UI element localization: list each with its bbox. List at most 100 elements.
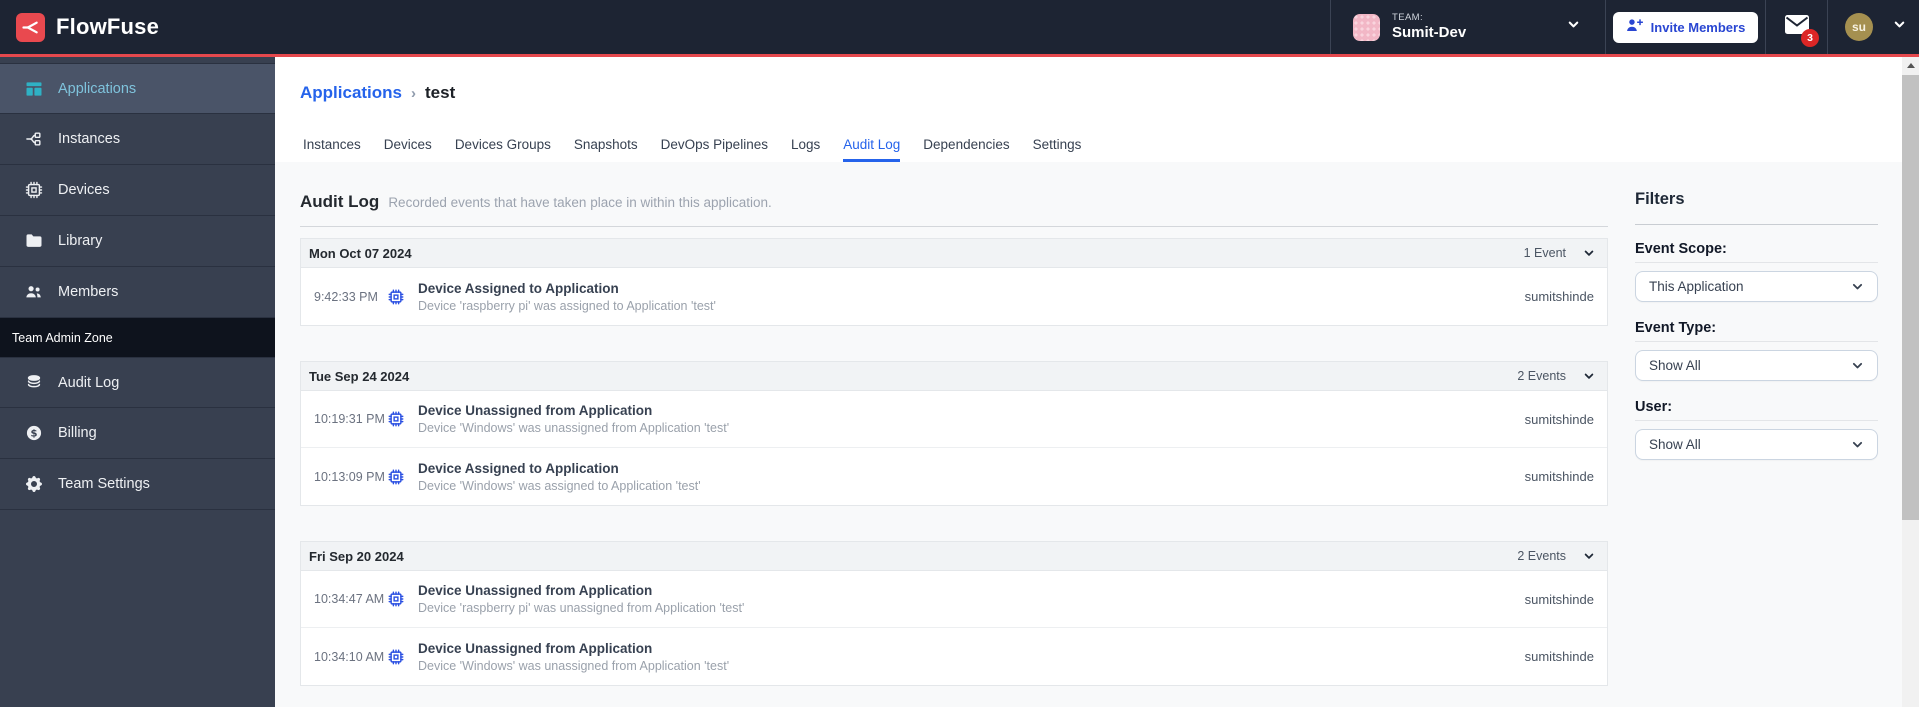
scrollbar-up-arrow[interactable] [1902, 57, 1919, 74]
sidebar-item-billing[interactable]: $ Billing [0, 408, 275, 459]
event-text: Device Assigned to Application Device 'W… [418, 461, 701, 493]
event-description: Device 'raspberry pi' was assigned to Ap… [418, 298, 716, 313]
sidebar-item-label: Devices [58, 182, 110, 198]
flowfuse-logo-icon [16, 12, 45, 42]
event-description: Device 'Windows' was unassigned from App… [418, 421, 730, 435]
breadcrumb: Applications › test [300, 57, 1902, 103]
page-title-row: Audit Log Recorded events that have take… [300, 192, 1608, 212]
instances-branch-icon [26, 132, 41, 146]
audit-group-header[interactable]: Tue Sep 24 2024 2 Events [301, 362, 1607, 391]
cpu-chip-icon [388, 649, 404, 664]
filters-panel: Filters Event Scope: This Application Ev… [1635, 190, 1878, 460]
tab-logs[interactable]: Logs [791, 137, 820, 162]
cpu-chip-icon [25, 181, 43, 199]
applications-template-icon [26, 81, 42, 96]
tab-devices-groups[interactable]: Devices Groups [455, 137, 551, 162]
chevron-down-icon [1892, 17, 1907, 37]
divider [1635, 420, 1878, 421]
brand-name: FlowFuse [56, 14, 160, 39]
content-area: Audit Log Recorded events that have take… [275, 162, 1902, 707]
event-type-label: Event Type: [1635, 320, 1717, 336]
sidebar-item-label: Members [58, 284, 119, 300]
user-filter-label: User: [1635, 399, 1673, 415]
event-time: 10:34:47 AM [314, 592, 385, 606]
tab-devices[interactable]: Devices [384, 137, 432, 162]
tab-snapshots[interactable]: Snapshots [574, 137, 638, 162]
chevron-down-icon [1584, 553, 1594, 559]
invite-members-button[interactable]: Invite Members [1612, 11, 1759, 43]
event-text: Device Unassigned from Application Devic… [418, 583, 744, 615]
group-date: Fri Sep 20 2024 [309, 548, 404, 564]
chevron-down-icon [1584, 250, 1594, 256]
event-text: Device Unassigned from Application Devic… [418, 403, 729, 435]
sidebar-item-devices[interactable]: Devices [0, 165, 275, 216]
tab-instances[interactable]: Instances [303, 137, 361, 162]
filters-title: Filters [1635, 190, 1685, 208]
sidebar-item-instances[interactable]: Instances [0, 114, 275, 165]
event-description: Device 'Windows' was assigned to Applica… [418, 478, 701, 493]
sidebar-item-applications[interactable]: Applications [0, 63, 275, 114]
audit-group-oct07: Mon Oct 07 2024 1 Event 9:42:33 PM Devic… [300, 238, 1608, 326]
group-header-right: 2 Events [1517, 549, 1595, 563]
scrollbar-thumb[interactable] [1902, 75, 1919, 520]
breadcrumb-applications-link[interactable]: Applications [300, 83, 402, 103]
main-area: Applications › test Instances Devices De… [275, 57, 1902, 707]
event-description: Device 'Windows' was unassigned from App… [418, 658, 730, 673]
sidebar-item-label: Library [58, 233, 103, 249]
team-meta: TEAM: Sumit-Dev [1392, 11, 1467, 41]
event-scope-select[interactable]: This Application [1635, 271, 1878, 302]
main-header: Applications › test Instances Devices De… [275, 57, 1902, 162]
team-avatar [1353, 13, 1380, 41]
notifications-button[interactable]: 3 [1765, 0, 1827, 54]
audit-group-header[interactable]: Mon Oct 07 2024 1 Event [301, 239, 1607, 268]
sidebar-main-list: Applications Instances Devices Library M… [0, 57, 275, 318]
event-title: Device Assigned to Application [418, 460, 619, 476]
tab-devops-pipelines[interactable]: DevOps Pipelines [661, 137, 768, 162]
sidebar-item-members[interactable]: Members [0, 267, 275, 318]
user-avatar: su [1845, 13, 1873, 41]
team-switcher[interactable]: TEAM: Sumit-Dev [1330, 0, 1605, 54]
team-admin-zone-label: Team Admin Zone [12, 330, 113, 345]
audit-log-column: Audit Log Recorded events that have take… [300, 162, 1608, 721]
sidebar-item-label: Instances [58, 131, 121, 147]
sidebar-item-team-settings[interactable]: Team Settings [0, 459, 275, 510]
page-title: Audit Log [300, 192, 380, 211]
team-name: Sumit-Dev [1392, 23, 1467, 41]
folder-icon [26, 234, 42, 247]
flowfuse-brand[interactable]: FlowFuse [0, 12, 160, 42]
tab-settings[interactable]: Settings [1033, 137, 1082, 162]
chevron-down-icon [1852, 283, 1863, 290]
audit-group-header[interactable]: Fri Sep 20 2024 2 Events [301, 542, 1607, 571]
cpu-chip-icon [388, 591, 404, 607]
event-type-select[interactable]: Show All [1635, 350, 1878, 381]
users-icon [26, 286, 41, 298]
user-add-icon [1626, 17, 1643, 37]
event-time: 9:42:33 PM [314, 289, 378, 304]
tab-audit-log[interactable]: Audit Log [843, 137, 901, 162]
user-filter-select[interactable]: Show All [1635, 429, 1878, 460]
sidebar-item-audit-log[interactable]: Audit Log [0, 357, 275, 408]
event-time: 10:34:10 AM [314, 649, 385, 664]
event-scope-label: Event Scope: [1635, 241, 1727, 257]
cpu-chip-icon [388, 469, 404, 484]
event-user: sumitshinde [1524, 591, 1594, 607]
event-user: sumitshinde [1524, 469, 1594, 484]
user-menu[interactable]: su [1827, 0, 1919, 54]
page-subtitle: Recorded events that have taken place in… [388, 195, 772, 210]
gear-icon [26, 476, 42, 492]
tab-dependencies[interactable]: Dependencies [923, 137, 1009, 162]
audit-event-row: 10:34:10 AM Device Unassigned from Appli… [301, 628, 1607, 685]
invite-section: Invite Members [1605, 0, 1765, 54]
event-description: Device 'raspberry pi' was unassigned fro… [418, 601, 745, 615]
cpu-chip-icon [388, 289, 404, 304]
top-navbar: FlowFuse TEAM: Sumit-Dev Invite Members … [0, 0, 1919, 57]
sidebar-item-library[interactable]: Library [0, 216, 275, 267]
chevron-down-icon [1584, 373, 1594, 379]
team-label: TEAM: [1392, 11, 1424, 23]
group-event-count: 2 Events [1517, 369, 1566, 383]
sidebar-item-label: Billing [58, 425, 97, 441]
audit-event-row: 9:42:33 PM Device Assigned to Applicatio… [301, 268, 1607, 325]
cpu-chip-icon [388, 411, 404, 427]
audit-group-sep24: Tue Sep 24 2024 2 Events 10:19:31 PM Dev… [300, 361, 1608, 506]
svg-text:$: $ [31, 429, 38, 440]
